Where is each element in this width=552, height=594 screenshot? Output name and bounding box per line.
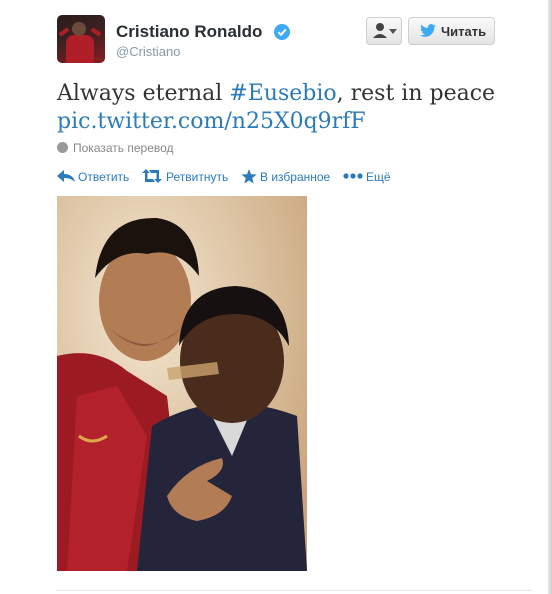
screen-name[interactable]: @Cristiano (116, 44, 181, 59)
twitter-bird-icon (420, 24, 436, 37)
avatar[interactable] (57, 15, 105, 63)
window-edge (548, 0, 552, 594)
user-actions-button[interactable] (366, 17, 402, 45)
tweet-bottom-divider (57, 590, 532, 591)
user-name[interactable]: Cristiano Ronaldo (116, 22, 262, 42)
follow-button-label: Читать (441, 24, 487, 39)
verified-icon (274, 24, 290, 40)
retweet-label: Ретвитнуть (166, 170, 229, 184)
tweet-text: Always eternal #Eusebio, rest in peace p… (57, 80, 527, 136)
favorite-label: В избранное (260, 170, 331, 184)
media-link[interactable]: pic.twitter.com/n25X0q9rfF (57, 109, 366, 134)
hashtag-link[interactable]: #Eusebio (229, 81, 336, 106)
more-label: Ещё (366, 170, 391, 184)
star-icon (241, 169, 257, 184)
more-icon (343, 173, 363, 179)
chevron-down-icon (389, 29, 397, 34)
translate-link[interactable]: Показать перевод (57, 141, 174, 155)
globe-icon (57, 142, 68, 153)
photo-illustration (57, 196, 307, 571)
reply-label: Ответить (78, 170, 130, 184)
tweet-text-suffix: , rest in peace (336, 81, 496, 106)
reply-icon (57, 170, 75, 182)
tweet-photo[interactable] (57, 196, 307, 571)
follow-button[interactable]: Читать (408, 17, 495, 45)
tweet-text-prefix: Always eternal (57, 81, 230, 106)
retweet-icon (142, 169, 162, 183)
translate-label: Показать перевод (73, 141, 174, 155)
